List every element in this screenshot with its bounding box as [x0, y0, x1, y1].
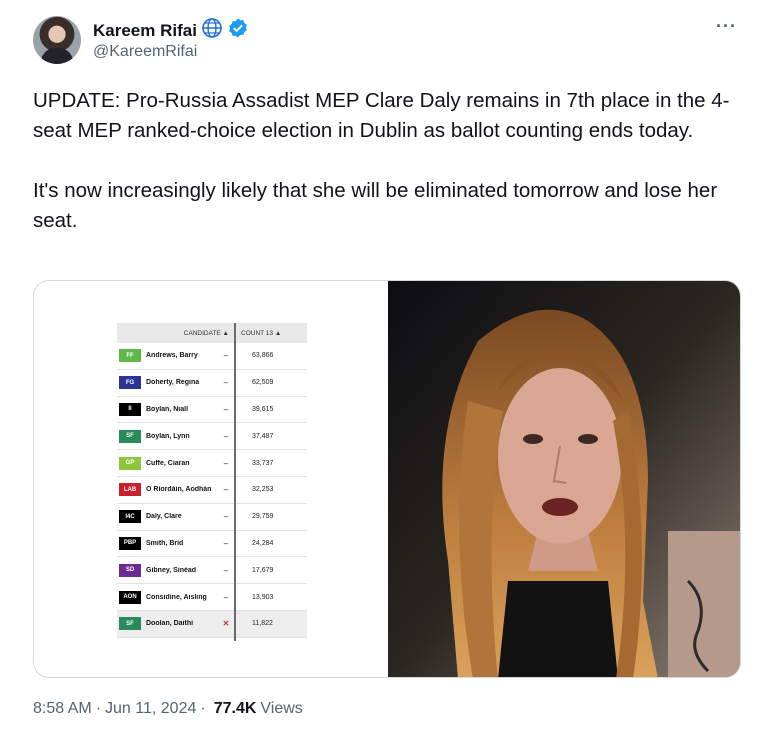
vote-count: 11,822 — [252, 620, 273, 628]
party-badge: LAB — [119, 483, 141, 497]
status-dash: – — [223, 458, 229, 468]
display-name[interactable]: Kareem Rifai — [93, 21, 197, 41]
candidate-name: Gibney, Sinéad — [146, 566, 197, 574]
avatar[interactable] — [33, 16, 81, 64]
vote-count: 17,679 — [252, 566, 274, 574]
vote-count: 29,759 — [252, 513, 274, 521]
vote-count: 63,866 — [252, 352, 274, 360]
status-dash: – — [223, 404, 229, 414]
separator-dot: · — [95, 700, 102, 717]
tweet-media[interactable]: CANDIDATE ▲ COUNT 13 ▲ FF Andrews, Barry –… — [33, 280, 741, 678]
party-badge: FF — [119, 349, 141, 363]
column-header-candidate: CANDIDATE ▲ — [183, 329, 229, 337]
tweet-time[interactable]: 8:58 AM — [33, 700, 92, 718]
status-dash: – — [223, 565, 229, 575]
table-row: SD Gibney, Sinéad – 17,679 — [117, 557, 307, 585]
globe-icon — [201, 17, 223, 44]
verified-badge-icon[interactable] — [227, 17, 249, 44]
table-row: LAB Ó Ríordáin, Aodhán – 32,253 — [117, 477, 307, 504]
candidate-name: Daly, Clare — [146, 513, 182, 521]
candidate-name: Cuffe, Ciaran — [146, 459, 190, 467]
author-handle[interactable]: @KareemRifai — [93, 43, 197, 61]
column-divider — [234, 323, 236, 641]
candidate-name: Andrews, Barry — [146, 352, 198, 360]
party-badge: SF — [119, 429, 141, 443]
table-row: SF Boylan, Lynn – 37,487 — [117, 423, 307, 451]
table-row: AON Considine, Aisling – 13,903 — [117, 584, 307, 611]
table-row: II Boylan, Niall – 39,615 — [117, 397, 307, 424]
separator-dot: · — [200, 700, 206, 717]
table-body: FF Andrews, Barry – 63,866 FG Doherty, Regina… — [117, 323, 307, 641]
party-badge: AON — [119, 590, 141, 604]
candidate-name: Boylan, Lynn — [146, 432, 190, 440]
party-badge: SD — [119, 563, 141, 577]
status-dash: – — [223, 538, 229, 548]
candidate-name: Boylan, Niall — [146, 405, 189, 413]
candidate-name: Doherty, Regina — [146, 379, 200, 387]
vote-count: 62,509 — [252, 379, 274, 387]
vote-count: 39,615 — [252, 405, 274, 413]
status-dash: – — [223, 431, 229, 441]
table-row: FF Andrews, Barry – 63,866 — [117, 343, 307, 370]
vote-count: 33,737 — [252, 459, 274, 467]
table-header: CANDIDATE ▲ COUNT 13 ▲ — [117, 323, 307, 343]
table-row: FG Doherty, Regina – 62,509 — [117, 370, 307, 397]
candidate-name: Smith, Bríd — [146, 539, 184, 547]
table-row: PBP Smith, Bríd – 24,284 — [117, 531, 307, 558]
party-badge: FG — [119, 376, 141, 390]
tweet-paragraph: It's now increasingly likely that she wi… — [33, 179, 718, 232]
party-badge: PBP — [119, 536, 141, 550]
party-badge: II — [119, 402, 141, 416]
table-row: GP Cuffe, Ciaran – 33,737 — [117, 450, 307, 477]
eliminated-icon: ✕ — [222, 619, 230, 629]
table-row: I4C Daly, Clare – 29,759 — [117, 504, 307, 531]
tweet-footer: 8:58 AM · Jun 11, 2024 · 77.4K Views — [33, 700, 303, 718]
results-table: CANDIDATE ▲ COUNT 13 ▲ FF Andrews, Barry –… — [117, 323, 307, 641]
vote-count: 37,487 — [252, 432, 274, 440]
vote-count: 24,284 — [252, 539, 274, 547]
views-label: Views — [260, 700, 303, 717]
party-badge: GP — [119, 456, 141, 470]
vote-count: 13,903 — [252, 593, 274, 601]
results-table-image[interactable]: CANDIDATE ▲ COUNT 13 ▲ FF Andrews, Barry –… — [34, 281, 388, 677]
candidate-name: Ó Ríordáin, Aodhán — [146, 486, 212, 494]
tweet-text: UPDATE: Pro-Russia Assadist MEP Clare Da… — [33, 86, 743, 236]
more-options-icon[interactable]: ··· — [716, 16, 737, 37]
tweet-date[interactable]: Jun 11, 2024 — [105, 700, 196, 718]
portrait-photo — [388, 281, 740, 677]
author-name-row: Kareem Rifai — [93, 17, 249, 44]
status-dash: – — [223, 351, 229, 361]
party-badge: SF — [119, 617, 141, 631]
column-header-count: COUNT 13 ▲ — [241, 329, 282, 337]
clare-daly-photo[interactable] — [388, 281, 740, 677]
status-dash: – — [223, 592, 229, 602]
views-count: 77.4K — [213, 700, 257, 717]
tweet-paragraph: UPDATE: Pro-Russia Assadist MEP Clare Da… — [33, 89, 730, 142]
status-dash: – — [223, 378, 229, 388]
candidate-name: Doolan, Daithí — [146, 620, 194, 628]
vote-count: 32,253 — [252, 486, 274, 494]
status-dash: – — [223, 512, 229, 522]
candidate-name: Considine, Aisling — [146, 593, 207, 601]
party-badge: I4C — [119, 510, 141, 524]
tweet: Kareem Rifai @KareemRifai ··· UPDATE: Pr… — [0, 0, 764, 736]
status-dash: – — [223, 485, 229, 495]
table-row: SF Doolan, Daithí ✕ 11,822 — [117, 610, 307, 638]
